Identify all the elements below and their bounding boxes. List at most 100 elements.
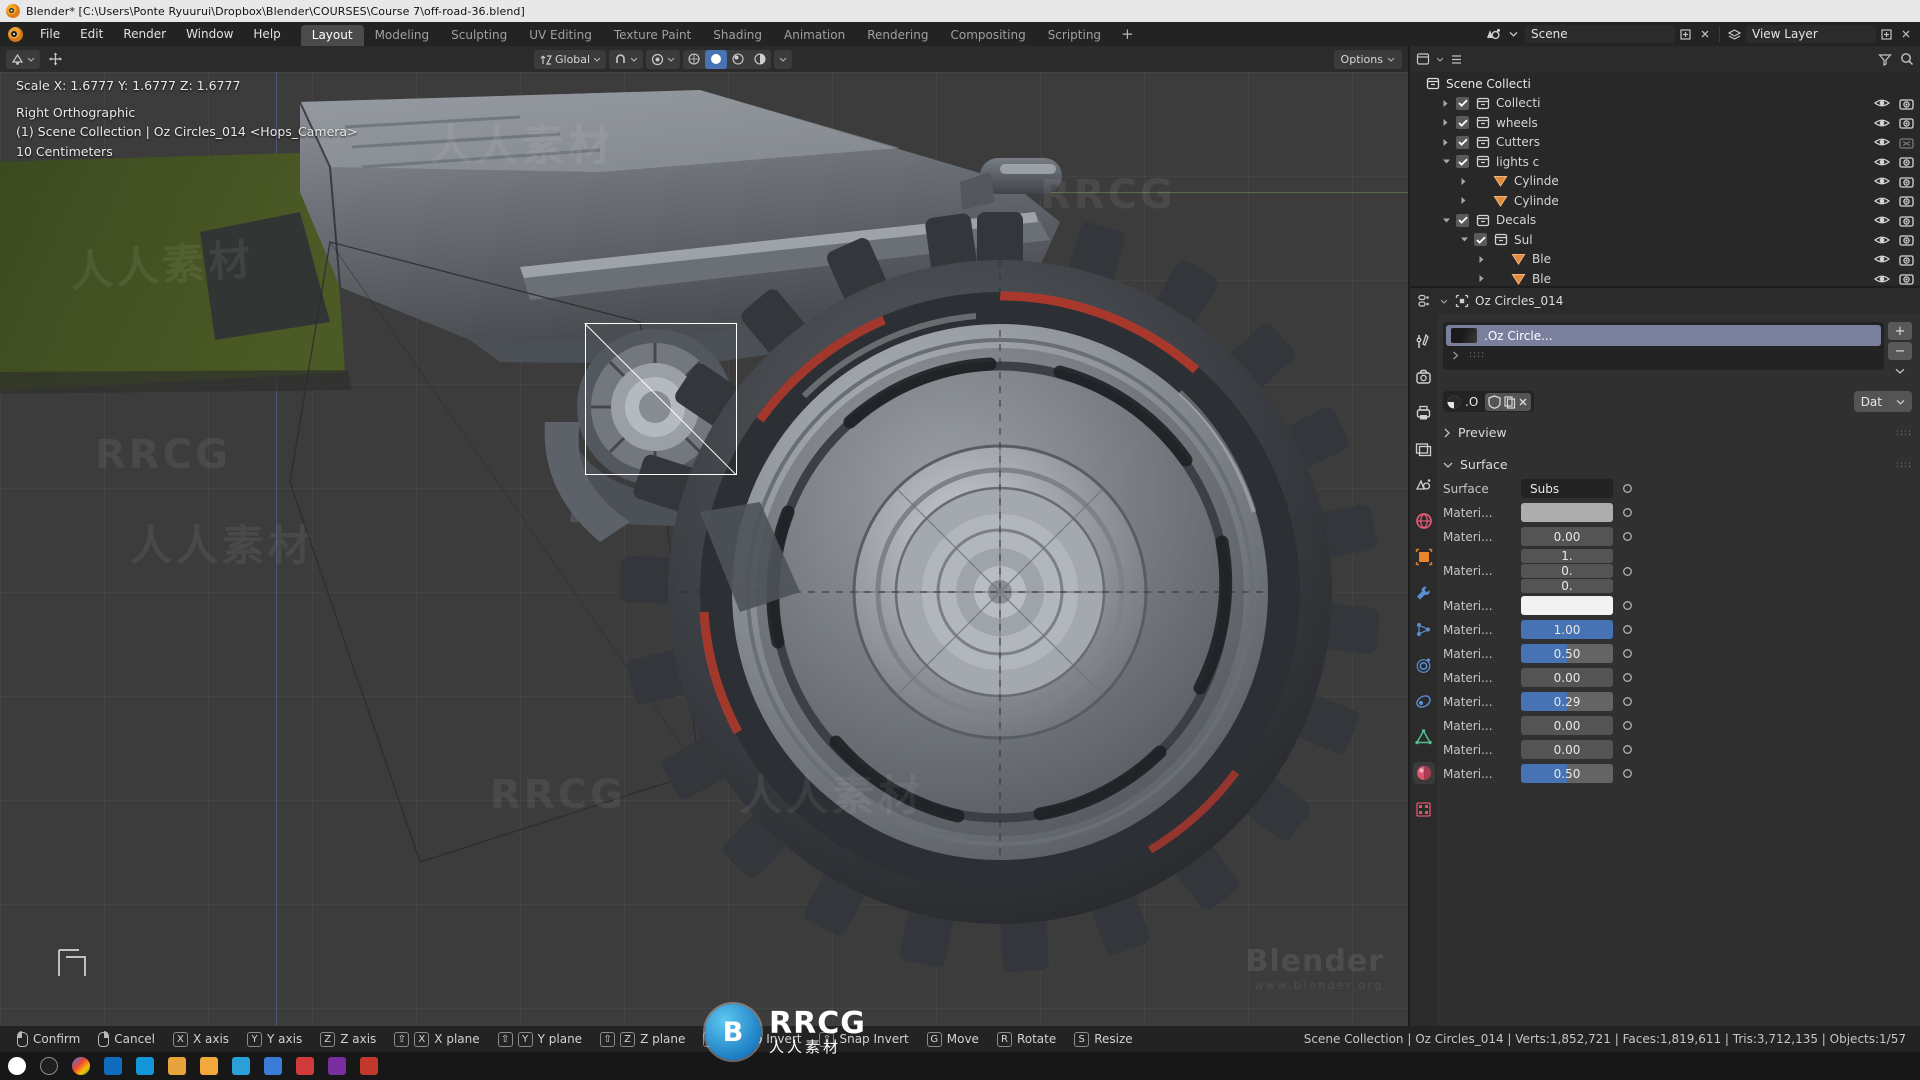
transform-manipulator-icon[interactable] — [43, 50, 68, 69]
shading-wireframe-icon[interactable] — [683, 50, 705, 69]
taskbar-chrome-icon[interactable] — [72, 1057, 90, 1075]
shading-solid-icon[interactable] — [705, 49, 728, 69]
disclosure-down-icon[interactable] — [1442, 158, 1456, 165]
viewport-canvas[interactable]: 人人素材 RRCG 人人素材 RRCG 人人素材 人人素材 RRCG — [0, 72, 1408, 1026]
shading-material-icon[interactable] — [727, 50, 749, 69]
tab-texture-paint[interactable]: Texture Paint — [603, 25, 702, 46]
menu-window[interactable]: Window — [176, 22, 243, 46]
camera-icon[interactable] — [1899, 272, 1914, 285]
menu-render[interactable]: Render — [113, 22, 176, 46]
3d-viewport[interactable]: Global Options Blender www.blender.org S… — [0, 46, 1408, 1026]
snap-magnet-button[interactable] — [609, 49, 644, 69]
taskbar-app-icon[interactable] — [200, 1057, 218, 1075]
blender-menu-icon[interactable] — [0, 22, 30, 46]
taskbar-blender-icon[interactable] — [168, 1057, 186, 1075]
animate-property-icon[interactable] — [1619, 624, 1635, 635]
tab-particles[interactable] — [1413, 618, 1435, 640]
outliner-exclude-checkbox[interactable] — [1456, 213, 1469, 227]
proportional-edit-button[interactable] — [646, 49, 681, 69]
disclosure-right-icon[interactable] — [1442, 118, 1456, 127]
animate-property-icon[interactable] — [1619, 744, 1635, 755]
property-value-field[interactable]: 0.00 — [1521, 527, 1613, 546]
grip-dots[interactable]: :::: — [1469, 350, 1485, 360]
shading-rendered-icon[interactable] — [749, 50, 771, 69]
camera-icon[interactable] — [1899, 97, 1914, 110]
tab-texture[interactable] — [1413, 798, 1435, 820]
animate-property-icon[interactable] — [1619, 696, 1635, 707]
eye-icon[interactable] — [1874, 195, 1890, 207]
material-id-selector[interactable]: .O — [1443, 391, 1535, 412]
view-layer-icon[interactable] — [1724, 25, 1744, 43]
tab-scene[interactable] — [1413, 474, 1435, 496]
outliner-chevron-down-icon[interactable] — [1436, 57, 1444, 62]
material-slot-item[interactable]: .Oz Circle... — [1446, 325, 1881, 346]
outliner-row[interactable]: Cutters — [1410, 133, 1920, 153]
outliner-row[interactable]: Decals — [1410, 211, 1920, 231]
tab-scripting[interactable]: Scripting — [1037, 25, 1112, 46]
tab-compositing[interactable]: Compositing — [939, 25, 1036, 46]
add-material-slot-button[interactable]: + — [1888, 322, 1912, 340]
taskbar-cortana-icon[interactable] — [40, 1057, 58, 1075]
disclosure-down-icon[interactable] — [1460, 236, 1474, 243]
tab-animation[interactable]: Animation — [773, 25, 856, 46]
disclosure-right-icon[interactable] — [1460, 177, 1474, 186]
tab-world[interactable] — [1413, 510, 1435, 532]
property-value-field[interactable]: 0.00 — [1521, 716, 1613, 735]
taskbar-app3-icon[interactable] — [264, 1057, 282, 1075]
color-swatch-field[interactable] — [1521, 503, 1613, 522]
tab-shading[interactable]: Shading — [702, 25, 773, 46]
tab-layout[interactable]: Layout — [300, 25, 364, 46]
menu-edit[interactable]: Edit — [70, 22, 113, 46]
animate-property-icon[interactable] — [1619, 720, 1635, 731]
viewport-options-button[interactable]: Options — [1333, 49, 1402, 69]
taskbar-app6-icon[interactable] — [360, 1057, 378, 1075]
panel-header-preview[interactable]: Preview :::: — [1443, 421, 1912, 444]
camera-icon[interactable] — [1899, 116, 1914, 129]
outliner-row[interactable]: lights c — [1410, 152, 1920, 172]
disclosure-right-icon[interactable] — [1460, 196, 1474, 205]
shading-mode-group[interactable] — [683, 49, 772, 69]
properties-editor-type-icon[interactable] — [1418, 294, 1433, 308]
outliner-editor-type-icon[interactable] — [1416, 52, 1430, 66]
property-value-field[interactable]: Subs — [1521, 479, 1613, 498]
eye-icon[interactable] — [1874, 175, 1890, 187]
camera-icon[interactable] — [1899, 233, 1914, 246]
eye-icon[interactable] — [1874, 253, 1890, 265]
outliner-exclude-checkbox[interactable] — [1456, 155, 1469, 169]
camera-icon[interactable] — [1899, 175, 1914, 188]
tab-output[interactable] — [1413, 402, 1435, 424]
tab-modeling[interactable]: Modeling — [364, 25, 441, 46]
shading-options-dropdown[interactable] — [774, 49, 793, 69]
property-value-field[interactable]: 0.29 — [1521, 692, 1613, 711]
taskbar-app5-icon[interactable] — [328, 1057, 346, 1075]
camera-icon[interactable] — [1899, 194, 1914, 207]
eye-icon[interactable] — [1874, 156, 1890, 168]
animate-property-icon[interactable] — [1619, 768, 1635, 779]
outliner-editor[interactable]: Scene Collecti Collecti wheels Cutters ligh… — [1410, 46, 1920, 286]
menu-file[interactable]: File — [30, 22, 70, 46]
outliner-row[interactable]: Cylinde — [1410, 172, 1920, 192]
tab-object[interactable] — [1413, 546, 1435, 568]
disclosure-right-icon[interactable] — [1442, 99, 1456, 108]
disclosure-down-icon[interactable] — [1442, 217, 1456, 224]
camera-icon[interactable] — [1899, 253, 1914, 266]
material-slot-list[interactable]: .Oz Circle... :::: — [1443, 322, 1884, 370]
outliner-exclude-checkbox[interactable] — [1474, 233, 1487, 247]
tab-modifiers[interactable] — [1413, 582, 1435, 604]
remove-view-layer-icon[interactable] — [1896, 25, 1916, 43]
remove-scene-icon[interactable] — [1695, 25, 1715, 43]
outliner-row[interactable]: wheels — [1410, 113, 1920, 133]
view-layer-selector[interactable]: View Layer — [1746, 25, 1876, 43]
property-value-field[interactable]: 0.00 — [1521, 668, 1613, 687]
properties-editor[interactable]: Oz Circles_014 .Oz Circle...:::: + − .O… — [1410, 288, 1920, 1026]
eye-icon[interactable] — [1874, 273, 1890, 285]
eye-icon[interactable] — [1874, 117, 1890, 129]
disclosure-right-icon[interactable] — [1478, 255, 1492, 264]
panel-header-surface[interactable]: Surface :::: — [1443, 453, 1912, 476]
scene-selector[interactable]: Scene — [1525, 25, 1675, 43]
eye-icon[interactable] — [1874, 234, 1890, 246]
outliner-row[interactable]: Collecti — [1410, 94, 1920, 114]
outliner-search-icon[interactable] — [1900, 52, 1914, 66]
property-value[interactable]: 0. — [1521, 564, 1613, 578]
scene-browse-icon[interactable] — [1483, 25, 1503, 43]
